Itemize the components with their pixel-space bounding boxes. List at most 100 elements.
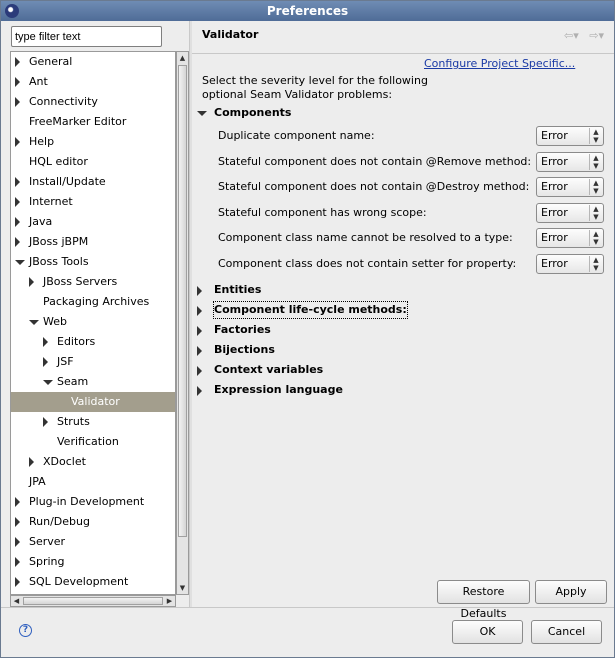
restore-defaults-button[interactable]: Restore Defaults	[437, 580, 530, 620]
tree-item[interactable]: Help	[11, 132, 175, 152]
severity-select[interactable]: Error ▲ ▼	[536, 254, 604, 274]
tree-item[interactable]: JSF	[11, 352, 175, 372]
collapsed-triangle-icon[interactable]	[197, 366, 202, 376]
tree-item[interactable]: HQL editor	[11, 152, 175, 172]
expanded-triangle-icon[interactable]	[15, 260, 25, 265]
collapsed-triangle-icon[interactable]	[43, 337, 48, 347]
tree-item[interactable]: Run/Debug	[11, 512, 175, 532]
tree-item[interactable]: Verification	[11, 432, 175, 452]
back-arrow-icon[interactable]: ⇦▾	[564, 29, 579, 42]
tree-item[interactable]: Connectivity	[11, 92, 175, 112]
expanded-triangle-icon[interactable]	[29, 320, 39, 325]
cancel-button[interactable]: Cancel	[531, 620, 602, 644]
collapsed-triangle-icon[interactable]	[15, 97, 20, 107]
severity-select[interactable]: Error ▲ ▼	[536, 177, 604, 198]
collapsed-triangle-icon[interactable]	[29, 457, 34, 467]
section-components-label: Components	[214, 106, 292, 119]
severity-select-value: Error	[541, 154, 568, 168]
spinner-arrows-icon[interactable]: ▲ ▼	[589, 179, 602, 196]
forward-arrow-icon[interactable]: ⇨▾	[589, 29, 604, 42]
tree-item[interactable]: Spring	[11, 552, 175, 572]
tree-item[interactable]: JBoss Servers	[11, 272, 175, 292]
tree-item[interactable]: Server	[11, 532, 175, 552]
collapsed-section-label: Factories	[214, 323, 271, 336]
tree-item[interactable]: Web	[11, 312, 175, 332]
collapsed-triangle-icon[interactable]	[43, 357, 48, 367]
filter-input[interactable]	[11, 26, 162, 47]
ok-button[interactable]: OK	[452, 620, 523, 644]
hscroll-thumb[interactable]	[23, 597, 163, 605]
tree-item[interactable]: Plug-in Development	[11, 492, 175, 512]
tree-item[interactable]: Internet	[11, 192, 175, 212]
help-icon[interactable]: ?	[19, 624, 32, 637]
tree-item[interactable]: SQL Development	[11, 572, 175, 592]
history-nav[interactable]: ⇦▾ ⇨▾	[564, 29, 604, 42]
collapsed-triangle-icon[interactable]	[15, 217, 20, 227]
tree-item[interactable]: Validator	[11, 392, 175, 412]
configure-project-specific-link[interactable]: Configure Project Specific...	[424, 57, 575, 70]
spinner-arrows-icon[interactable]: ▲ ▼	[589, 128, 602, 144]
tree-item-label: Help	[29, 135, 55, 148]
tree-item-label: JBoss Tools	[29, 255, 89, 268]
collapsed-triangle-icon[interactable]	[15, 177, 20, 187]
tree-item[interactable]: JBoss Tools	[11, 252, 175, 272]
scroll-left-icon[interactable]: ◀	[11, 596, 22, 606]
expanded-triangle-icon[interactable]	[43, 380, 53, 385]
collapsed-triangle-icon[interactable]	[15, 557, 20, 567]
severity-select-value: Error	[541, 205, 568, 219]
scroll-thumb[interactable]	[178, 65, 187, 537]
tree-item[interactable]: Struts	[11, 412, 175, 432]
spinner-arrows-icon[interactable]: ▲ ▼	[589, 153, 602, 170]
severity-select[interactable]: Error ▲ ▼	[536, 202, 604, 223]
collapsed-triangle-icon[interactable]	[15, 237, 20, 247]
scroll-down-icon[interactable]: ▼	[177, 582, 188, 594]
tree-item[interactable]: Ant	[11, 72, 175, 92]
collapsed-triangle-icon[interactable]	[15, 497, 20, 507]
collapsed-triangle-icon[interactable]	[15, 77, 20, 87]
title-bar[interactable]: Preferences	[1, 1, 614, 21]
collapsed-triangle-icon[interactable]	[197, 286, 202, 296]
severity-select[interactable]: Error ▲ ▼	[536, 126, 604, 146]
scroll-right-icon[interactable]: ▶	[164, 596, 175, 606]
tree-item-label: Install/Update	[29, 175, 106, 188]
collapsed-triangle-icon[interactable]	[197, 326, 202, 336]
collapsed-triangle-icon[interactable]	[15, 517, 20, 527]
collapsed-triangle-icon[interactable]	[15, 137, 20, 147]
tree-item[interactable]: General	[11, 52, 175, 72]
severity-select[interactable]: Error ▲ ▼	[536, 228, 604, 249]
spinner-arrows-icon[interactable]: ▲ ▼	[589, 256, 602, 272]
tree-item-label: SQL Development	[29, 575, 129, 588]
expanded-triangle-icon[interactable]	[197, 111, 207, 116]
tree-item[interactable]: Seam	[11, 372, 175, 392]
collapsed-triangle-icon[interactable]	[197, 386, 202, 396]
scroll-up-icon[interactable]: ▲	[177, 52, 188, 64]
tree-item[interactable]: XDoclet	[11, 452, 175, 472]
tree-item[interactable]: Java	[11, 212, 175, 232]
tree-vertical-scrollbar[interactable]: ▲ ▼	[176, 51, 189, 595]
tree-item-label: Packaging Archives	[43, 295, 150, 308]
severity-option-row: Component class name cannot be resolved …	[218, 228, 604, 249]
collapsed-triangle-icon[interactable]	[29, 277, 34, 287]
collapsed-triangle-icon[interactable]	[15, 57, 20, 67]
collapsed-triangle-icon[interactable]	[197, 306, 202, 316]
preferences-tree[interactable]: General Ant Connectivity FreeMarker Editor H…	[10, 51, 176, 595]
tree-item[interactable]: JPA	[11, 472, 175, 492]
collapsed-triangle-icon[interactable]	[15, 537, 20, 547]
tree-item[interactable]: JBoss jBPM	[11, 232, 175, 252]
collapsed-triangle-icon[interactable]	[43, 417, 48, 427]
preference-page: Validator ⇦▾ ⇨▾ Configure Project Specif…	[192, 21, 614, 607]
collapsed-triangle-icon[interactable]	[15, 197, 20, 207]
severity-select-value: Error	[541, 257, 568, 270]
tree-item[interactable]: Install/Update	[11, 172, 175, 192]
collapsed-triangle-icon[interactable]	[15, 577, 20, 587]
severity-option-label: Stateful component has wrong scope:	[218, 205, 427, 219]
tree-horizontal-scrollbar[interactable]: ◀ ▶	[10, 595, 176, 607]
spinner-arrows-icon[interactable]: ▲ ▼	[589, 230, 602, 247]
spinner-arrows-icon[interactable]: ▲ ▼	[589, 204, 602, 221]
tree-item[interactable]: Packaging Archives	[11, 292, 175, 312]
collapsed-triangle-icon[interactable]	[197, 346, 202, 356]
severity-select[interactable]: Error ▲ ▼	[536, 151, 604, 172]
tree-item[interactable]: FreeMarker Editor	[11, 112, 175, 132]
apply-button[interactable]: Apply	[535, 580, 607, 604]
tree-item[interactable]: Editors	[11, 332, 175, 352]
